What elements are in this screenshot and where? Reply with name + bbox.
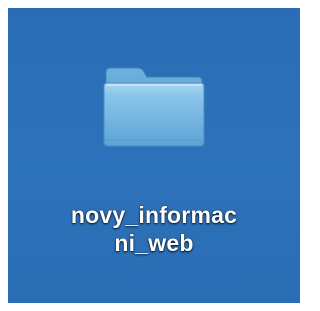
desktop: novy_informac ni_web	[8, 8, 300, 303]
folder-label-line-1: novy_informac	[70, 202, 238, 228]
folder-label-line-2: ni_web	[114, 230, 194, 256]
folder-icon[interactable]	[102, 64, 206, 148]
folder-label[interactable]: novy_informac ni_web	[44, 201, 264, 257]
desktop-folder-item[interactable]: novy_informac ni_web	[44, 64, 264, 274]
